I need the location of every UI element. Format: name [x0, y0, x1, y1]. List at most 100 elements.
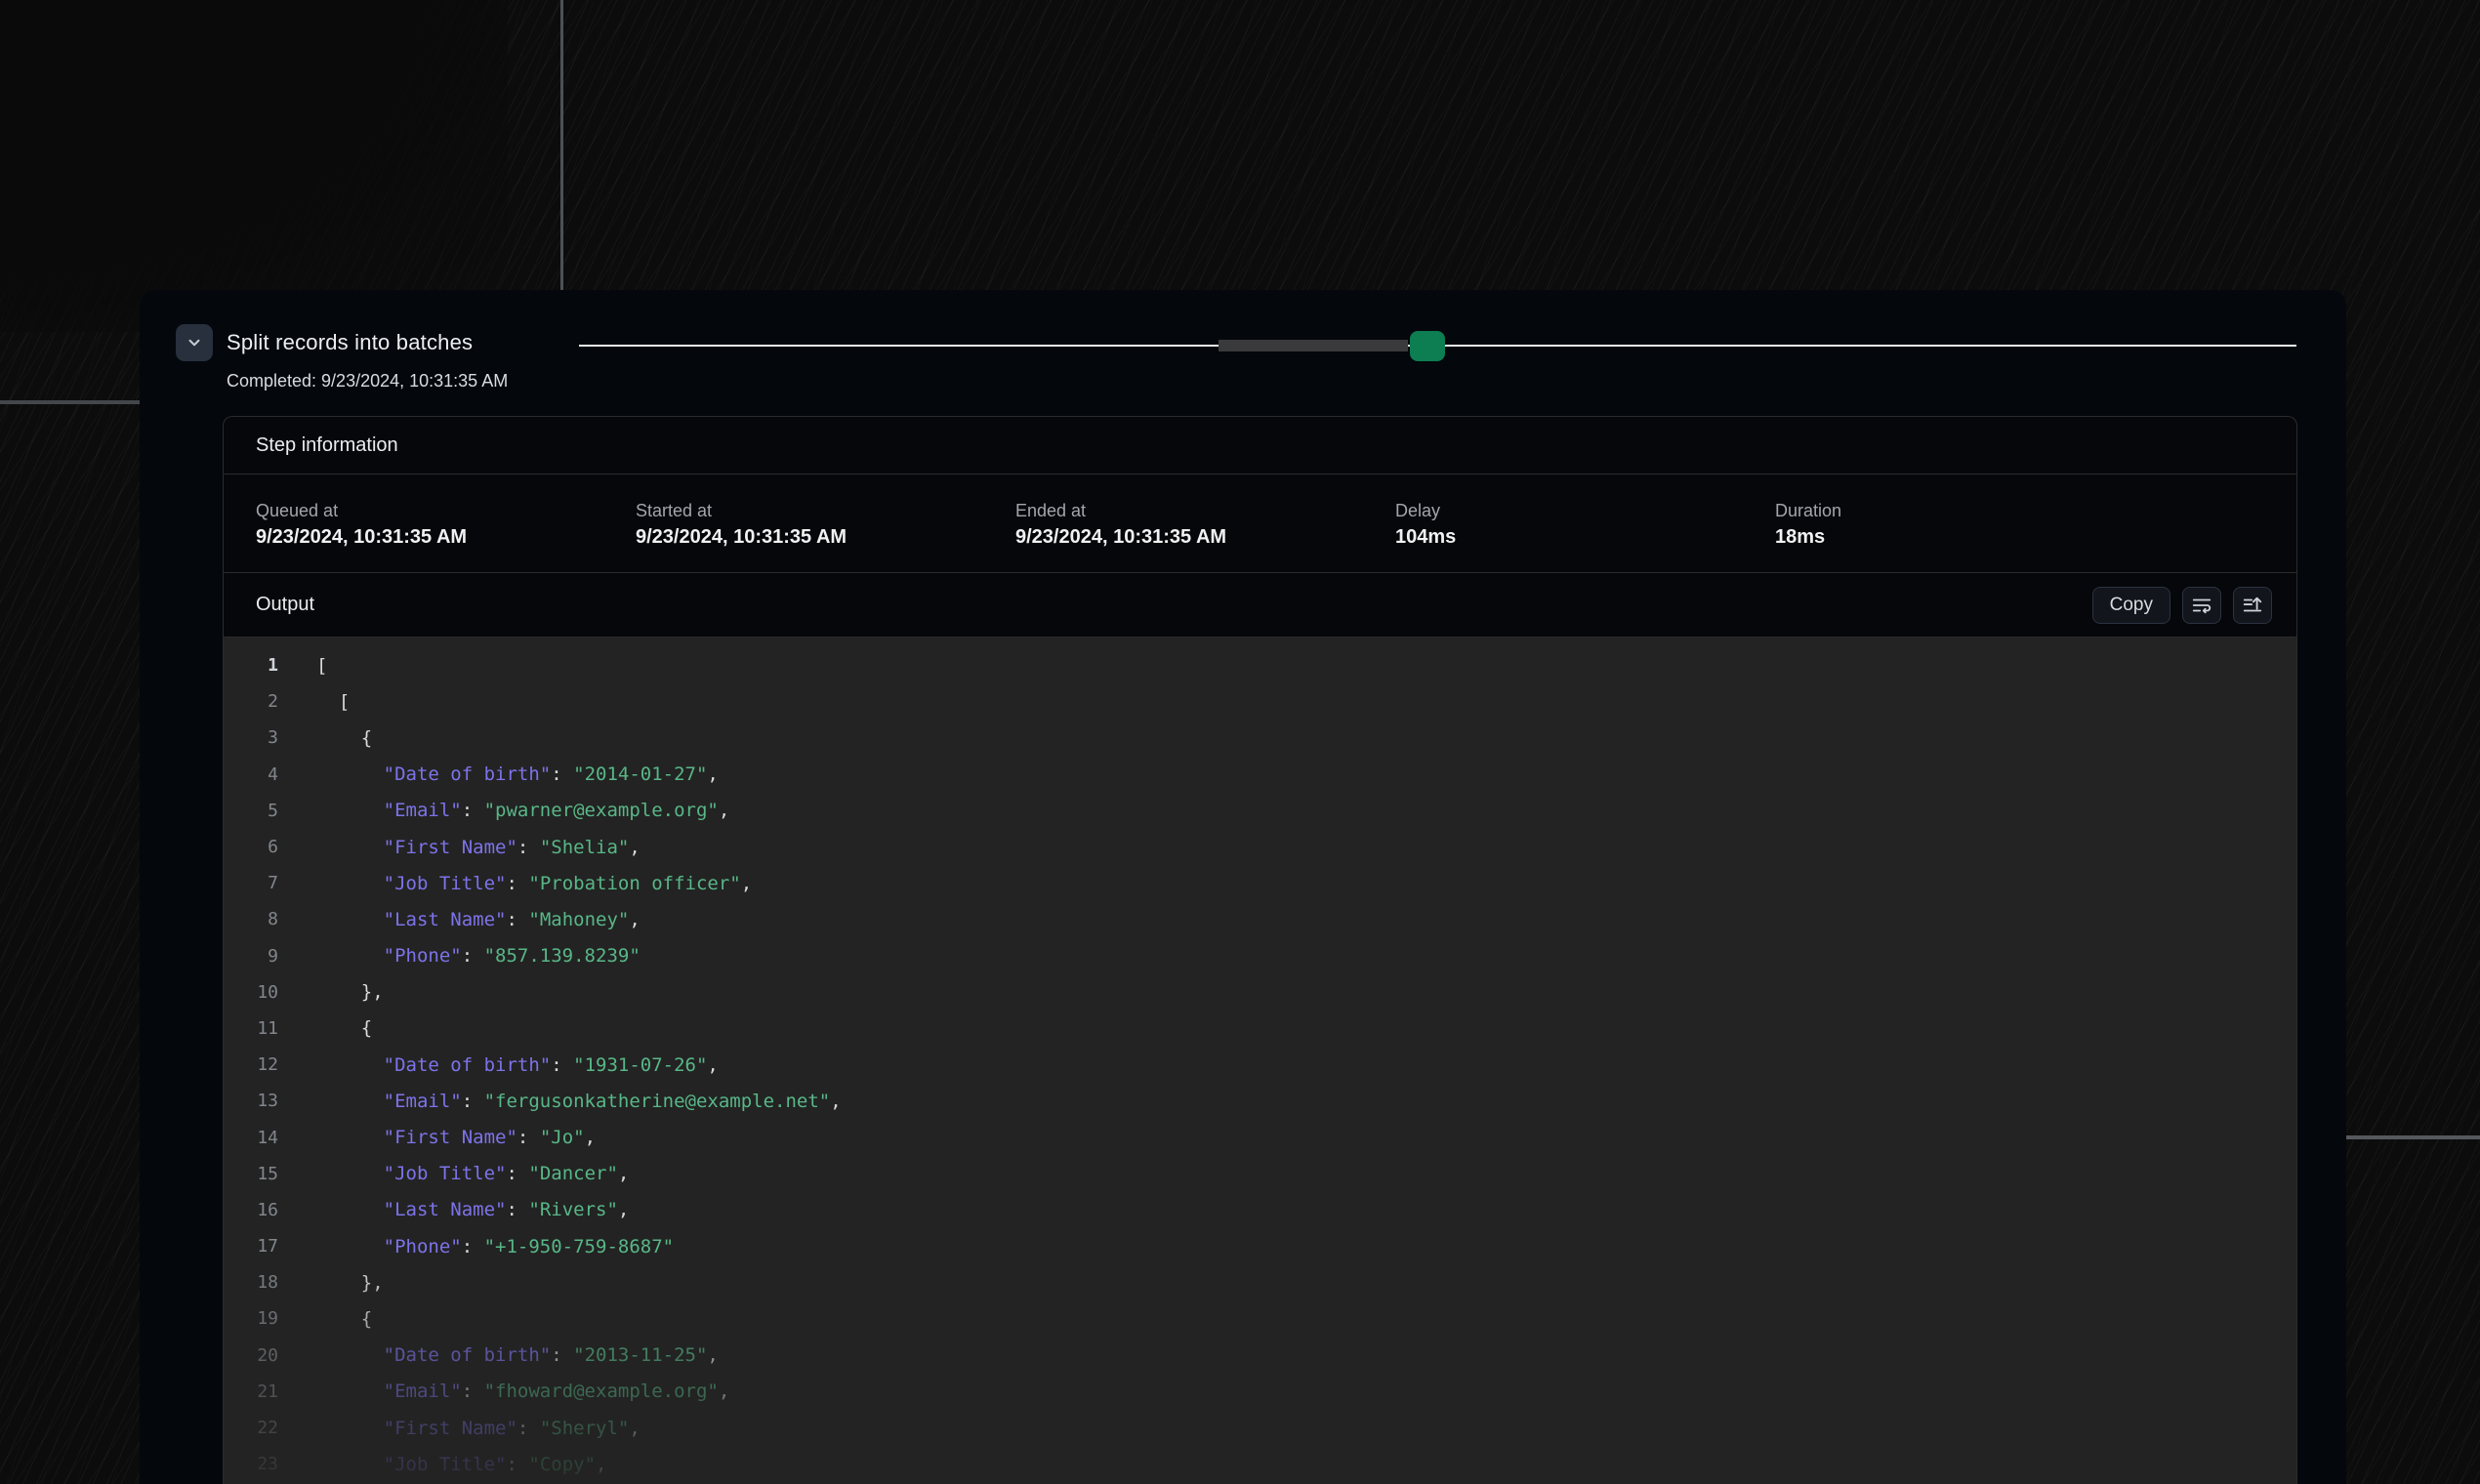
line-content: "First Name": "Shelia", [316, 837, 641, 858]
meta-label: Started at [636, 501, 712, 521]
output-actions: Copy [2092, 587, 2272, 624]
line-content: [ [316, 655, 327, 677]
line-number: 21 [224, 1381, 278, 1402]
code-line-8: 8 "Last Name": "Mahoney", [224, 901, 2296, 937]
line-number: 12 [224, 1054, 278, 1075]
line-number: 20 [224, 1345, 278, 1366]
line-content: "Job Title": "Copy", [316, 1454, 606, 1475]
line-content: }, [316, 1272, 384, 1294]
line-number: 11 [224, 1018, 278, 1039]
line-number: 7 [224, 873, 278, 893]
line-content: "Phone": "+1-950-759-8687" [316, 1236, 674, 1257]
line-content: { [316, 1308, 372, 1330]
meta-value: 104ms [1395, 526, 1456, 549]
line-content: "Job Title": "Probation officer", [316, 873, 752, 894]
line-number: 4 [224, 764, 278, 785]
line-number: 23 [224, 1454, 278, 1474]
scroll-to-top-button[interactable] [2233, 587, 2272, 624]
line-content: "Date of birth": "1931-07-26", [316, 1054, 719, 1076]
line-content: "First Name": "Sheryl", [316, 1418, 641, 1439]
chevron-down-icon [186, 334, 203, 351]
scroll-to-top-icon [2242, 595, 2263, 616]
meta-label: Queued at [256, 501, 338, 521]
code-line-15: 15 "Job Title": "Dancer", [224, 1156, 2296, 1192]
wrap-text-button[interactable] [2182, 587, 2221, 624]
code-line-7: 7 "Job Title": "Probation officer", [224, 865, 2296, 901]
code-line-3: 3 { [224, 720, 2296, 756]
output-title: Output [256, 594, 314, 616]
meta-value: 9/23/2024, 10:31:35 AM [256, 526, 467, 549]
line-content: "Email": "fhoward@example.org", [316, 1381, 729, 1402]
code-line-4: 4 "Date of birth": "2014-01-27", [224, 757, 2296, 793]
line-number: 19 [224, 1308, 278, 1329]
output-header-row: Output Copy [224, 573, 2296, 638]
line-number: 6 [224, 837, 278, 857]
line-content: "Last Name": "Rivers", [316, 1199, 629, 1220]
code-line-12: 12 "Date of birth": "1931-07-26", [224, 1047, 2296, 1083]
line-number: 14 [224, 1128, 278, 1148]
step-information-title: Step information [256, 434, 398, 457]
run-timeline-marker[interactable] [1410, 331, 1445, 361]
code-line-18: 18 }, [224, 1264, 2296, 1300]
step-detail-panel: Split records into batches Completed: 9/… [140, 290, 2346, 1484]
code-line-22: 22 "First Name": "Sheryl", [224, 1410, 2296, 1446]
line-number: 13 [224, 1091, 278, 1111]
line-number: 15 [224, 1164, 278, 1184]
background-horizontal-line-left [0, 400, 140, 404]
step-information-header: Step information [224, 417, 2296, 474]
code-line-9: 9 "Phone": "857.139.8239" [224, 938, 2296, 974]
wrap-text-icon [2191, 595, 2212, 616]
code-line-23: 23 "Job Title": "Copy", [224, 1446, 2296, 1482]
line-number: 16 [224, 1200, 278, 1220]
line-content: "Email": "pwarner@example.org", [316, 800, 729, 821]
line-content: "Phone": "857.139.8239" [316, 945, 641, 967]
code-line-19: 19 { [224, 1300, 2296, 1337]
line-content: }, [316, 981, 384, 1003]
output-code-viewer[interactable]: 1[2 [3 {4 "Date of birth": "2014-01-27",… [224, 638, 2296, 1484]
code-line-21: 21 "Email": "fhoward@example.org", [224, 1374, 2296, 1410]
line-content: [ [316, 691, 350, 713]
background-vertical-line [560, 0, 563, 291]
line-number: 18 [224, 1272, 278, 1293]
line-number: 3 [224, 727, 278, 748]
line-number: 22 [224, 1418, 278, 1438]
meta-label: Duration [1775, 501, 1841, 521]
meta-value: 18ms [1775, 526, 1825, 549]
line-number: 9 [224, 946, 278, 967]
meta-label: Ended at [1015, 501, 1086, 521]
code-line-10: 10 }, [224, 974, 2296, 1010]
line-content: "Last Name": "Mahoney", [316, 909, 641, 930]
code-line-16: 16 "Last Name": "Rivers", [224, 1192, 2296, 1228]
line-content: "Email": "fergusonkatherine@example.net"… [316, 1091, 842, 1112]
meta-value: 9/23/2024, 10:31:35 AM [1015, 526, 1226, 549]
line-content: "Date of birth": "2014-01-27", [316, 763, 719, 785]
run-timeline-segment [1219, 340, 1408, 351]
collapse-step-button[interactable] [176, 324, 213, 361]
step-information-card: Step information Queued at 9/23/2024, 10:… [223, 416, 2297, 1484]
code-line-11: 11 { [224, 1010, 2296, 1047]
line-content: "First Name": "Jo", [316, 1127, 596, 1148]
code-line-17: 17 "Phone": "+1-950-759-8687" [224, 1228, 2296, 1264]
step-title: Split records into batches [227, 330, 473, 355]
line-content: { [316, 727, 372, 749]
line-content: "Date of birth": "2013-11-25", [316, 1344, 719, 1366]
line-number: 8 [224, 909, 278, 929]
background-shade [0, 0, 508, 332]
code-line-14: 14 "First Name": "Jo", [224, 1119, 2296, 1155]
line-content: "Job Title": "Dancer", [316, 1163, 629, 1184]
code-line-5: 5 "Email": "pwarner@example.org", [224, 793, 2296, 829]
meta-label: Delay [1395, 501, 1440, 521]
code-line-13: 13 "Email": "fergusonkatherine@example.n… [224, 1083, 2296, 1119]
line-content: { [316, 1017, 372, 1039]
line-number: 2 [224, 691, 278, 712]
line-number: 1 [224, 655, 278, 676]
code-line-20: 20 "Date of birth": "2013-11-25", [224, 1338, 2296, 1374]
line-number: 17 [224, 1236, 278, 1257]
step-status-text: Completed: 9/23/2024, 10:31:35 AM [227, 371, 508, 392]
background-horizontal-line-right [2346, 1135, 2480, 1139]
meta-value: 9/23/2024, 10:31:35 AM [636, 526, 847, 549]
line-number: 5 [224, 801, 278, 821]
code-line-6: 6 "First Name": "Shelia", [224, 829, 2296, 865]
code-line-1: 1[ [224, 647, 2296, 683]
copy-button[interactable]: Copy [2092, 587, 2170, 624]
